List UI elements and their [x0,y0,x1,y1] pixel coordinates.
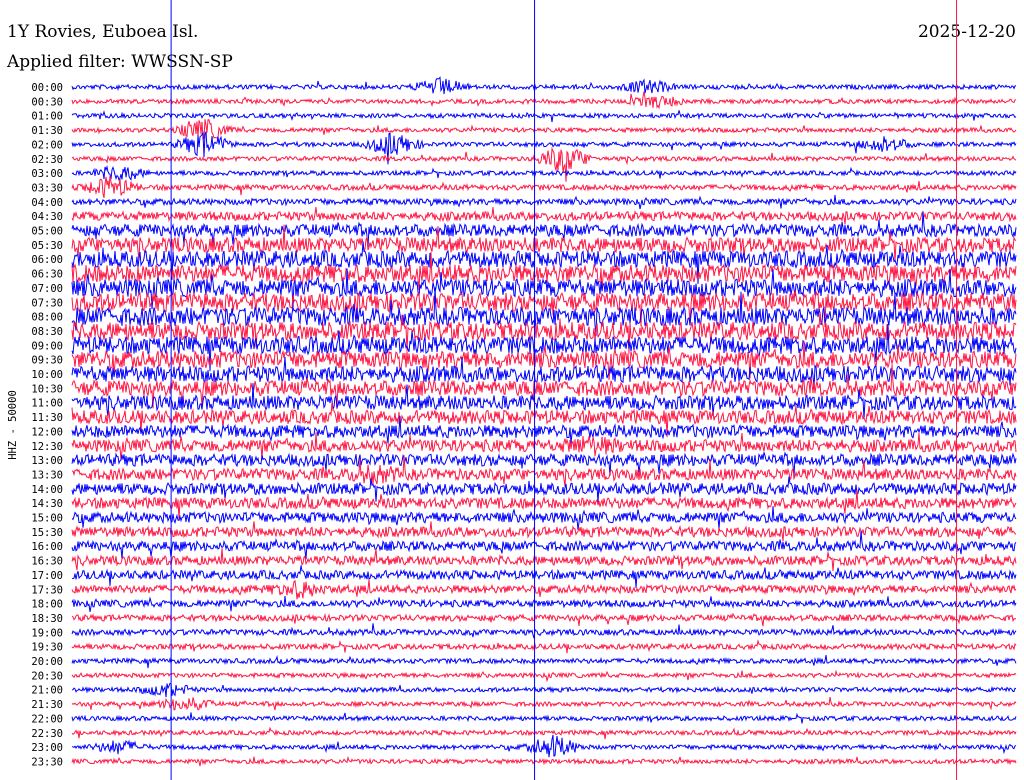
channel-label: HHZ - 50000 [7,390,19,460]
trace-row-1730 [71,579,1017,600]
trace-row-0330 [71,175,1017,199]
date-label: 2025-12-20 [918,22,1016,42]
trace-row-2000 [71,655,1017,669]
time-tick-label: 19:30 [31,642,63,654]
time-tick-label: 22:00 [31,713,63,725]
trace-row-1530 [71,521,1017,542]
time-tick-label: 21:00 [31,685,63,697]
time-tick-label: 08:30 [31,326,63,338]
time-tick-label: 23:00 [31,742,63,754]
trace-row-2130 [71,697,1017,711]
trace-row-2230 [71,726,1017,740]
trace-row-1600 [71,530,1017,560]
time-tick-label: 01:30 [31,125,63,137]
time-tick-label: 10:00 [31,369,63,381]
time-tick-label: 01:00 [31,111,63,123]
trace-row-2030 [71,669,1017,683]
trace-row-0030 [71,91,1017,110]
time-tick-label: 17:00 [31,570,63,582]
seismic-traces [71,76,1017,767]
time-tick-label: 14:00 [31,484,63,496]
time-tick-label: 23:30 [31,756,63,768]
time-tick-label: 04:30 [31,211,63,223]
time-tick-label: 12:00 [31,426,63,438]
trace-row-1930 [71,639,1017,654]
time-tick-label: 07:30 [31,297,63,309]
time-tick-label: 11:00 [31,398,63,410]
time-tick-label: 03:00 [31,168,63,180]
trace-row-1800 [71,595,1017,612]
time-tick-label: 18:30 [31,613,63,625]
station-title: 1Y Rovies, Euboea Isl. [7,22,198,42]
time-tick-label: 00:30 [31,96,63,108]
time-tick-label: 19:00 [31,627,63,639]
time-tick-label: 02:00 [31,139,63,151]
trace-row-1900 [71,623,1017,639]
time-tick-label: 16:30 [31,556,63,568]
time-tick-label: 06:00 [31,254,63,266]
time-axis: 00:00 00:30 01:00 01:30 02:00 02:30 03:00 03:30… [31,82,63,768]
trace-row-2330 [71,755,1017,767]
time-tick-label: 13:00 [31,455,63,467]
trace-row-1500 [71,506,1017,530]
trace-row-2300 [71,734,1017,758]
trace-row-1630 [71,548,1017,572]
time-tick-label: 14:30 [31,498,63,510]
trace-row-0130 [71,119,1017,141]
time-tick-label: 00:00 [31,82,63,94]
trace-row-0230 [71,146,1017,182]
time-tick-label: 10:30 [31,383,63,395]
time-tick-label: 11:30 [31,412,63,424]
time-tick-label: 08:00 [31,312,63,324]
trace-row-2200 [71,712,1017,724]
time-tick-label: 05:30 [31,240,63,252]
trace-row-0430 [71,206,1017,225]
time-tick-label: 16:00 [31,541,63,553]
trace-row-1700 [71,565,1017,588]
time-tick-label: 20:00 [31,656,63,668]
trace-row-0000 [71,76,1017,95]
filter-label: Applied filter: WWSSN-SP [6,52,233,72]
time-tick-label: 17:30 [31,584,63,596]
time-tick-label: 12:30 [31,441,63,453]
helicorder-chart: 1Y Rovies, Euboea Isl. 2025-12-20 Applie… [6,0,1017,780]
trace-row-1830 [71,612,1017,627]
time-tick-label: 21:30 [31,699,63,711]
time-tick-label: 06:30 [31,269,63,281]
time-tick-label: 15:30 [31,527,63,539]
time-tick-label: 07:00 [31,283,63,295]
time-tick-label: 05:00 [31,226,63,238]
trace-row-0100 [71,110,1017,123]
time-tick-label: 22:30 [31,728,63,740]
trace-row-2100 [71,682,1017,698]
trace-row-0400 [71,195,1017,210]
time-tick-label: 02:30 [31,154,63,166]
time-tick-label: 18:00 [31,599,63,611]
time-tick-label: 15:00 [31,513,63,525]
time-tick-label: 20:30 [31,670,63,682]
time-tick-label: 13:30 [31,469,63,481]
time-tick-label: 03:30 [31,182,63,194]
trace-row-0300 [71,165,1017,182]
time-tick-label: 09:30 [31,355,63,367]
time-tick-label: 09:00 [31,340,63,352]
time-tick-label: 04:00 [31,197,63,209]
